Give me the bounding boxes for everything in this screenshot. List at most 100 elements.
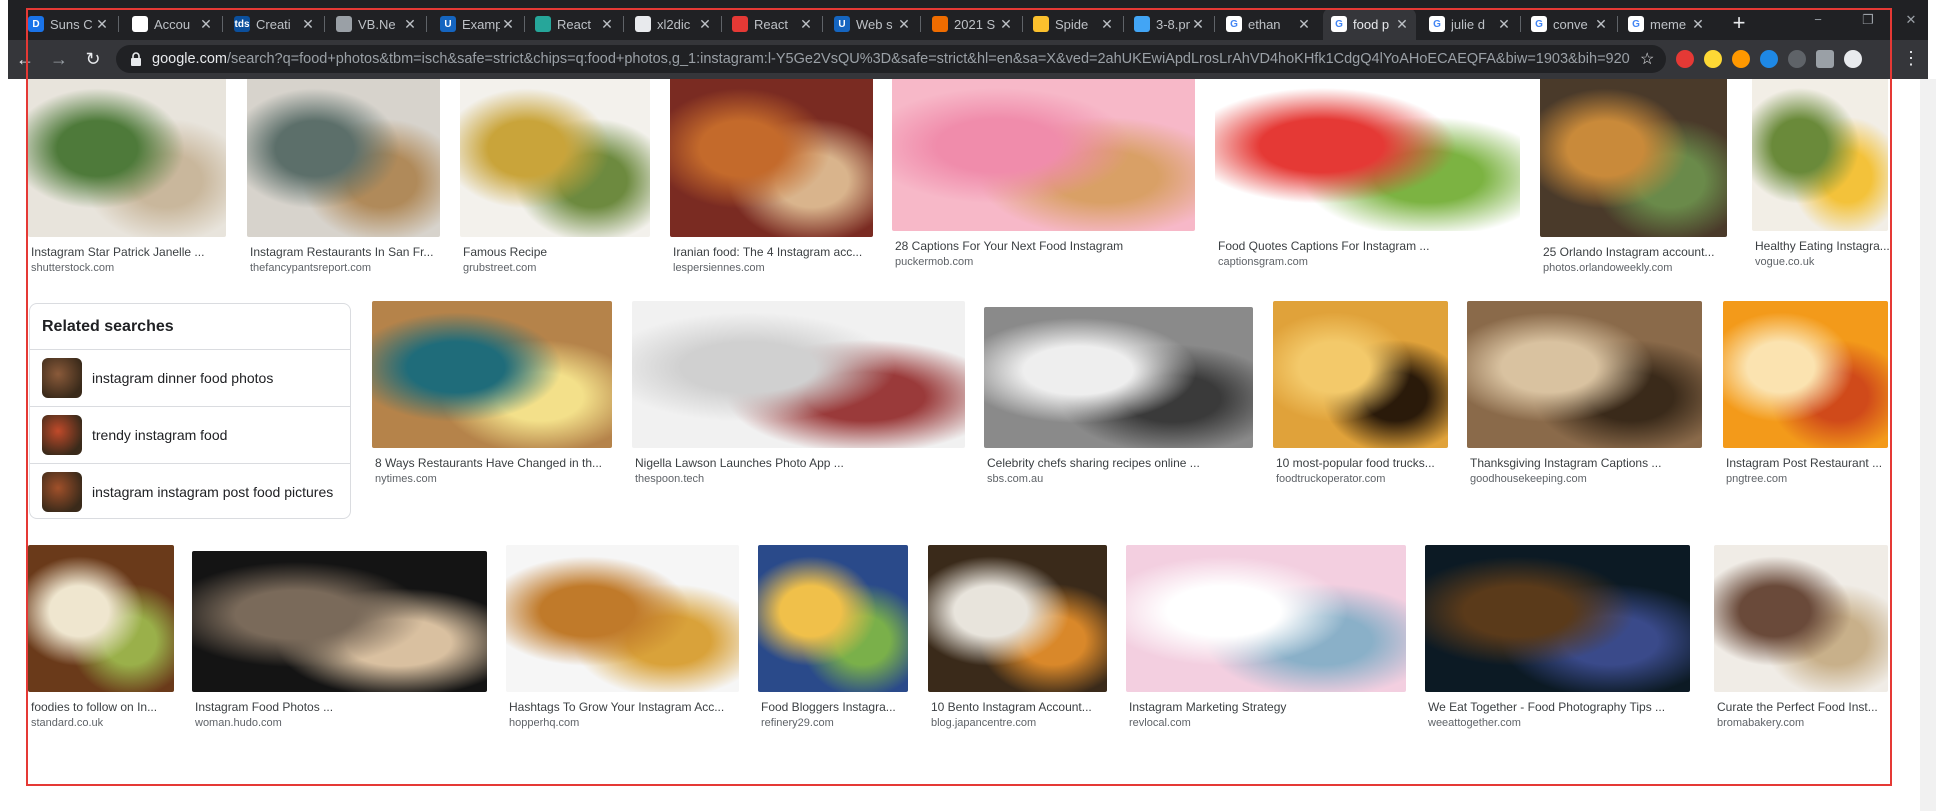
result-title[interactable]: Instagram Star Patrick Janelle ... <box>31 245 243 260</box>
tab-close-icon[interactable]: ✕ <box>94 16 110 33</box>
result-title[interactable]: Healthy Eating Instagra... <box>1755 239 1905 254</box>
result-source[interactable]: grubstreet.com <box>463 261 667 275</box>
result-title[interactable]: Nigella Lawson Launches Photo App ... <box>635 456 982 471</box>
result-thumbnail[interactable] <box>1273 301 1448 448</box>
tab-16[interactable]: Gconve ✕ <box>1523 8 1615 40</box>
tab-17[interactable]: Gmeme ✕ <box>1620 8 1712 40</box>
result-source[interactable]: standard.co.uk <box>31 716 191 730</box>
result-title[interactable]: Curate the Perfect Food Inst... <box>1717 700 1905 715</box>
result-title[interactable]: 25 Orlando Instagram account... <box>1543 245 1744 260</box>
tab-close-icon[interactable]: ✕ <box>1496 16 1512 33</box>
result-source[interactable]: shutterstock.com <box>31 261 243 275</box>
result-thumbnail[interactable] <box>192 551 487 692</box>
result-title[interactable]: 28 Captions For Your Next Food Instagram <box>895 239 1212 254</box>
result-title[interactable]: Thanksgiving Instagram Captions ... <box>1470 456 1719 471</box>
result-thumbnail[interactable] <box>28 79 226 237</box>
scrollbar[interactable] <box>1920 79 1936 811</box>
tab-11[interactable]: Spide ✕ <box>1025 8 1121 40</box>
result-title[interactable]: 8 Ways Restaurants Have Changed in th... <box>375 456 629 471</box>
tab-2[interactable]: Accou ✕ <box>124 8 220 40</box>
result-title[interactable]: 10 Bento Instagram Account... <box>931 700 1124 715</box>
result-thumbnail[interactable] <box>460 79 650 237</box>
tab-6[interactable]: React ✕ <box>527 8 621 40</box>
result-title[interactable]: foodies to follow on In... <box>31 700 191 715</box>
result-title[interactable]: Famous Recipe <box>463 245 667 260</box>
address-bar[interactable]: google.com/search?q=food+photos&tbm=isch… <box>116 45 1666 73</box>
result-source[interactable]: revlocal.com <box>1129 716 1423 730</box>
result-thumbnail[interactable] <box>758 545 908 692</box>
result-title[interactable]: Instagram Food Photos ... <box>195 700 504 715</box>
tab-15[interactable]: Gjulie d ✕ <box>1421 8 1518 40</box>
result-title[interactable]: 10 most-popular food trucks... <box>1276 456 1465 471</box>
result-thumbnail[interactable] <box>1752 79 1888 231</box>
extension-icon[interactable] <box>1676 50 1694 68</box>
result-thumbnail[interactable] <box>28 545 174 692</box>
result-thumbnail[interactable] <box>1467 301 1702 448</box>
result-title[interactable]: Hashtags To Grow Your Instagram Acc... <box>509 700 756 715</box>
tab-close-icon[interactable]: ✕ <box>998 16 1014 33</box>
window-close-icon[interactable]: ✕ <box>1896 12 1926 28</box>
tab-close-icon[interactable]: ✕ <box>402 16 418 33</box>
tab-9[interactable]: U Web s ✕ <box>826 8 918 40</box>
tab-close-icon[interactable]: ✕ <box>1099 16 1115 33</box>
result-source[interactable]: hopperhq.com <box>509 716 756 730</box>
extension-icon[interactable] <box>1760 50 1778 68</box>
result-thumbnail[interactable] <box>670 79 873 237</box>
tab-7[interactable]: xl2dic ✕ <box>627 8 719 40</box>
restore-icon[interactable]: ❐ <box>1853 12 1883 28</box>
tab-close-icon[interactable]: ✕ <box>1296 16 1312 33</box>
tab-14[interactable]: Gfood p ✕ <box>1323 8 1416 40</box>
result-source[interactable]: weeattogether.com <box>1428 716 1707 730</box>
avatar[interactable] <box>1844 50 1862 68</box>
tab-13[interactable]: Gethan ✕ <box>1218 8 1318 40</box>
result-source[interactable]: blog.japancentre.com <box>931 716 1124 730</box>
result-source[interactable]: sbs.com.au <box>987 472 1270 486</box>
result-thumbnail[interactable] <box>892 79 1195 231</box>
forward-icon[interactable]: → <box>46 46 72 72</box>
url-text[interactable]: google.com/search?q=food+photos&tbm=isch… <box>152 51 1640 67</box>
tab-close-icon[interactable]: ✕ <box>896 16 912 33</box>
menu-kebab-icon[interactable]: ⋮ <box>1902 48 1920 68</box>
result-source[interactable]: thefancypantsreport.com <box>250 261 457 275</box>
result-title[interactable]: We Eat Together - Food Photography Tips … <box>1428 700 1707 715</box>
tab-close-icon[interactable]: ✕ <box>1593 16 1609 33</box>
result-thumbnail[interactable] <box>1540 79 1727 237</box>
related-search-item[interactable]: instagram dinner food photos <box>30 349 350 405</box>
tab-4[interactable]: VB.Ne ✕ <box>328 8 424 40</box>
result-title[interactable]: Celebrity chefs sharing recipes online .… <box>987 456 1270 471</box>
result-thumbnail[interactable] <box>632 301 965 448</box>
tab-8[interactable]: React ✕ <box>724 8 820 40</box>
tab-close-icon[interactable]: ✕ <box>198 16 214 33</box>
result-title[interactable]: Instagram Restaurants In San Fr... <box>250 245 457 260</box>
result-title[interactable]: Food Bloggers Instagra... <box>761 700 925 715</box>
result-source[interactable]: pngtree.com <box>1726 472 1905 486</box>
tab-3[interactable]: tds Creati ✕ <box>226 8 322 40</box>
result-title[interactable]: Instagram Marketing Strategy <box>1129 700 1423 715</box>
related-search-item[interactable]: instagram instagram post food pictures <box>30 463 350 519</box>
result-source[interactable]: thespoon.tech <box>635 472 982 486</box>
related-search-item[interactable]: trendy instagram food <box>30 406 350 462</box>
tab-close-icon[interactable]: ✕ <box>798 16 814 33</box>
result-thumbnail[interactable] <box>1723 301 1888 448</box>
result-title[interactable]: Iranian food: The 4 Instagram acc... <box>673 245 890 260</box>
new-tab-button[interactable]: + <box>1726 11 1752 37</box>
extensions-puzzle-icon[interactable] <box>1816 50 1834 68</box>
result-thumbnail[interactable] <box>984 307 1253 448</box>
result-thumbnail[interactable] <box>1425 545 1690 692</box>
tab-close-icon[interactable]: ✕ <box>1190 16 1206 33</box>
result-thumbnail[interactable] <box>506 545 739 692</box>
lock-icon[interactable] <box>128 52 144 66</box>
tab-close-icon[interactable]: ✕ <box>697 16 713 33</box>
result-source[interactable]: puckermob.com <box>895 255 1212 269</box>
result-source[interactable]: foodtruckoperator.com <box>1276 472 1465 486</box>
back-icon[interactable]: ← <box>12 46 38 72</box>
result-source[interactable]: vogue.co.uk <box>1755 255 1905 269</box>
result-title[interactable]: Food Quotes Captions For Instagram ... <box>1218 239 1537 254</box>
result-thumbnail[interactable] <box>1714 545 1888 692</box>
tab-1[interactable]: D Suns C ✕ <box>20 8 116 40</box>
tab-close-icon[interactable]: ✕ <box>300 16 316 33</box>
result-source[interactable]: bromabakery.com <box>1717 716 1905 730</box>
tab-close-icon[interactable]: ✕ <box>1394 16 1410 33</box>
extension-icon[interactable] <box>1788 50 1806 68</box>
result-source[interactable]: lespersiennes.com <box>673 261 890 275</box>
